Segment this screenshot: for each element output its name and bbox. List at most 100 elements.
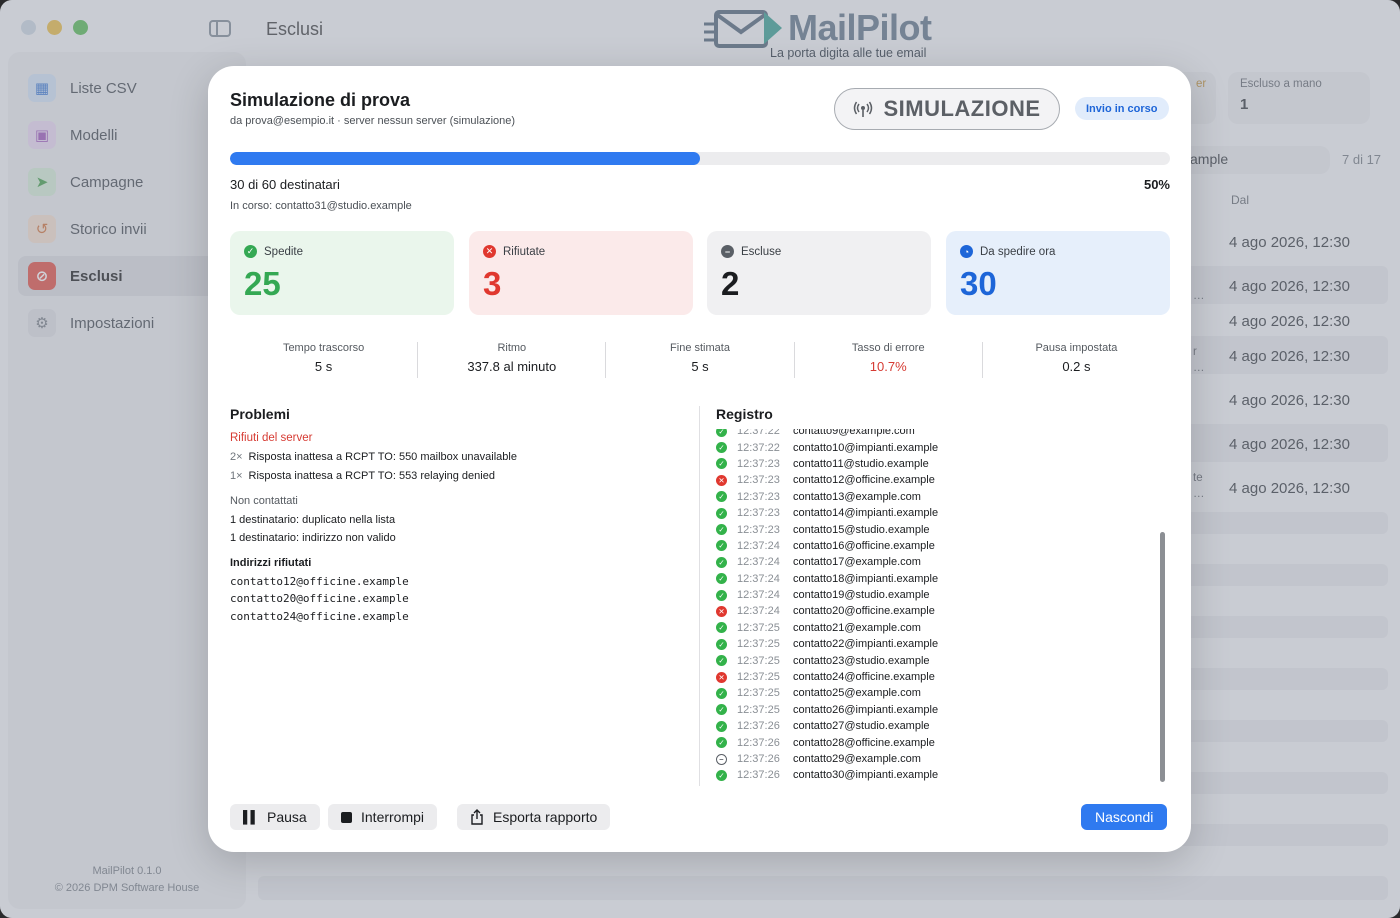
- x-circle-icon: ✕: [716, 474, 727, 486]
- log-time: 12:37:24: [737, 572, 780, 585]
- log-time: 12:37:24: [737, 539, 780, 552]
- server-rejection-item: 2× Risposta inattesa a RCPT TO: 550 mailb…: [230, 451, 517, 463]
- stat-card-to-send: ◔ Da spedire ora 30: [946, 231, 1170, 315]
- log-entry: ✓ 12:37:23 contatto13@example.com: [716, 489, 1166, 505]
- section-divider: [699, 406, 700, 786]
- log-entry: ✓ 12:37:25 contatto21@example.com: [716, 620, 1166, 636]
- log-time: 12:37:22: [737, 429, 780, 438]
- stat-value: 3: [483, 265, 502, 302]
- stat-card-excluded: − Escluse 2: [707, 231, 931, 315]
- stat-label: Rifiutate: [503, 245, 546, 258]
- dialog-subtitle: da prova@esempio.it · server nessun serv…: [230, 115, 516, 127]
- metric-value: 5 s: [691, 359, 709, 374]
- log-address: contatto19@studio.example: [793, 589, 930, 602]
- log-address: contatto29@example.com: [793, 753, 921, 765]
- log-entry: ✓ 12:37:23 contatto14@impianti.example: [716, 505, 1166, 521]
- check-circle-icon: ✓: [716, 737, 727, 749]
- log-entry: ✕ 12:37:23 contatto12@officine.example: [716, 472, 1166, 488]
- server-rejections-label: Rifiuti del server: [230, 432, 313, 444]
- simulation-dialog: Simulazione di prova da prova@esempio.it…: [208, 66, 1191, 852]
- log-entry: ✕ 12:37:24 contatto20@officine.example: [716, 603, 1166, 619]
- check-circle-icon: ✓: [244, 245, 257, 258]
- log-address: contatto27@studio.example: [793, 720, 930, 733]
- stop-button[interactable]: Interrompi: [328, 804, 438, 830]
- progress-bar: [230, 152, 1170, 165]
- log-time: 12:37:26: [737, 769, 780, 782]
- log-address: contatto15@studio.example: [793, 523, 930, 536]
- metric-label: Fine stimata: [670, 342, 730, 354]
- log-address: contatto25@example.com: [793, 687, 921, 700]
- log-entry: ✓ 12:37:26 contatto28@officine.example: [716, 734, 1166, 750]
- export-report-button[interactable]: Esporta rapporto: [457, 804, 611, 830]
- log-entry: ✓ 12:37:24 contatto18@impianti.example: [716, 571, 1166, 587]
- log-time: 12:37:26: [737, 720, 780, 733]
- hide-button[interactable]: Nascondi: [1081, 804, 1168, 830]
- log-time: 12:37:23: [737, 523, 780, 536]
- metric-value: 0.2 s: [1062, 359, 1091, 374]
- stat-card-sent: ✓ Spedite 25: [230, 231, 454, 315]
- check-circle-icon: ✓: [716, 638, 727, 650]
- metric-rate: Ritmo 337.8 al minuto: [418, 342, 607, 378]
- check-circle-icon: ✓: [716, 556, 727, 568]
- log-time: 12:37:24: [737, 556, 780, 569]
- log-address: contatto14@impianti.example: [793, 507, 939, 520]
- app-window: ▦ Liste CSV ▣ Modelli ➤ Campagne ↺ Stori…: [0, 0, 1400, 918]
- check-circle-icon: ✓: [716, 687, 727, 699]
- share-icon: [471, 809, 483, 825]
- stat-value: 30: [960, 265, 997, 302]
- log-time: 12:37:25: [737, 654, 780, 667]
- log-address: contatto28@officine.example: [793, 736, 935, 749]
- log-time: 12:37:24: [737, 589, 780, 602]
- check-circle-icon: ✓: [716, 524, 727, 536]
- not-contacted-label: Non contattati: [230, 495, 298, 507]
- log-address: contatto23@studio.example: [793, 654, 930, 667]
- log-address: contatto30@impianti.example: [793, 769, 939, 782]
- log-entry: ✓ 12:37:26 contatto30@impianti.example: [716, 767, 1166, 783]
- minus-circle-icon: −: [721, 245, 734, 258]
- log-entry: ✓ 12:37:25 contatto23@studio.example: [716, 652, 1166, 668]
- stat-label: Spedite: [264, 245, 304, 258]
- progress-current: In corso: contatto31@studio.example: [230, 200, 412, 212]
- x-circle-icon: ✕: [483, 245, 496, 258]
- log-list[interactable]: ✓ 12:37:22 contatto9@example.com ✓ 12:37:22 c…: [716, 429, 1166, 786]
- metric-value: 5 s: [314, 359, 333, 374]
- rejected-addresses-label: Indirizzi rifiutati: [230, 557, 312, 569]
- progress-percent: 50%: [1143, 177, 1170, 192]
- metric-label: Pausa impostata: [1035, 342, 1118, 354]
- log-entry: ✓ 12:37:25 contatto26@impianti.example: [716, 702, 1166, 718]
- log-time: 12:37:23: [737, 507, 780, 520]
- log-address: contatto10@impianti.example: [793, 441, 939, 454]
- x-circle-icon: ✕: [716, 605, 727, 617]
- log-time: 12:37:23: [737, 490, 780, 503]
- log-entry: ✓ 12:37:23 contatto15@studio.example: [716, 521, 1166, 537]
- log-address: contatto12@officine.example: [793, 474, 935, 487]
- log-entry: ✓ 12:37:24 contatto16@officine.example: [716, 538, 1166, 554]
- pause-button[interactable]: ▌▌ Pausa: [230, 804, 320, 830]
- log-address: contatto17@example.com: [793, 556, 921, 569]
- rejected-address: contatto12@officine.example: [230, 575, 409, 588]
- check-circle-icon: ✓: [716, 573, 727, 585]
- log-address: contatto24@officine.example: [793, 671, 935, 684]
- log-time: 12:37:25: [737, 638, 780, 651]
- log-address: contatto26@impianti.example: [793, 703, 939, 716]
- log-time: 12:37:25: [737, 687, 780, 700]
- stat-value: 25: [244, 265, 281, 302]
- log-entry: ✓ 12:37:26 contatto27@studio.example: [716, 718, 1166, 734]
- rejected-address: contatto20@officine.example: [230, 592, 409, 605]
- log-entry: ✓ 12:37:24 contatto19@studio.example: [716, 587, 1166, 603]
- check-circle-icon: ✓: [716, 458, 727, 470]
- clock-icon: ◔: [960, 245, 973, 258]
- log-entry: ✓ 12:37:25 contatto25@example.com: [716, 685, 1166, 701]
- log-time: 12:37:22: [737, 441, 780, 454]
- x-circle-icon: ✕: [716, 671, 727, 683]
- log-scrollbar[interactable]: [1160, 532, 1165, 782]
- log-address: contatto13@example.com: [793, 490, 921, 503]
- metric-label: Tempo trascorso: [282, 342, 365, 354]
- log-address: contatto16@officine.example: [793, 539, 935, 552]
- log-address: contatto11@studio.example: [793, 457, 929, 470]
- antenna-icon: [854, 101, 873, 117]
- metrics-row: Tempo trascorso 5 s Ritmo 337.8 al minut…: [230, 342, 1170, 378]
- pause-icon: ▌▌: [243, 810, 259, 824]
- stat-label: Da spedire ora: [980, 245, 1056, 258]
- hide-button-label: Nascondi: [1095, 809, 1154, 825]
